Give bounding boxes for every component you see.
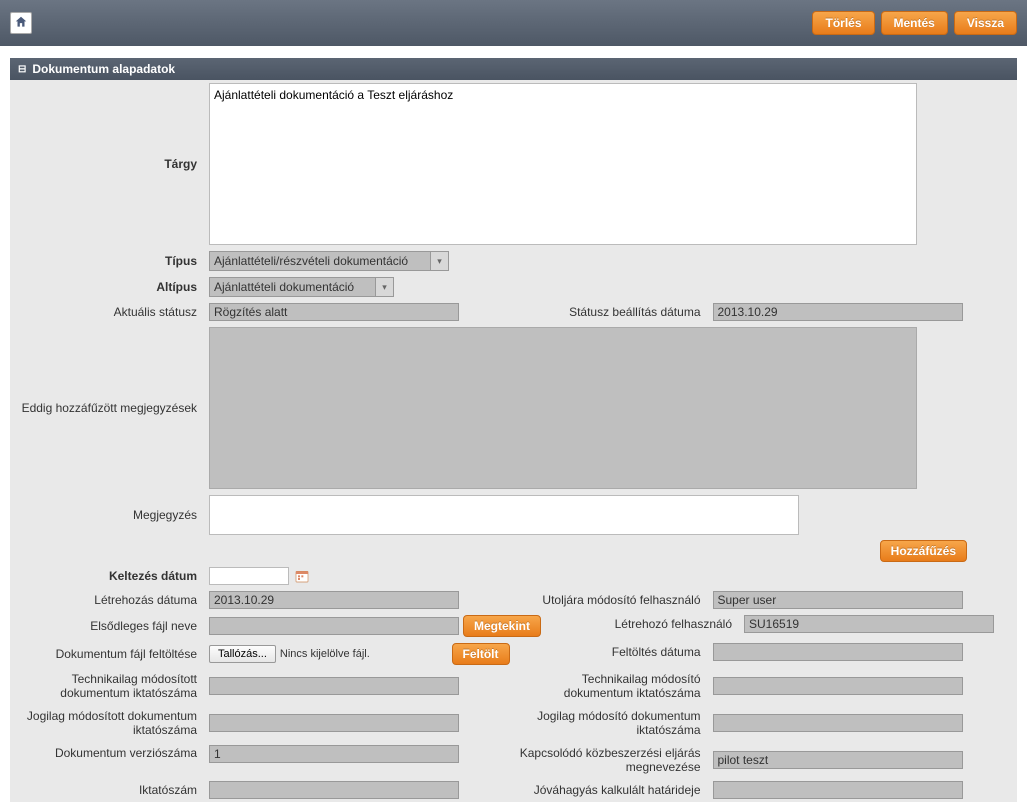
label-iktatoszam: Iktatószám [10, 778, 205, 802]
verzioszam-field: 1 [209, 745, 459, 763]
utoljara-modosito-field: Super user [713, 591, 963, 609]
label-jogilag-modositott: Jogilag módosított dokumentum iktatószám… [10, 705, 205, 742]
aktualis-statusz-field: Rögzítés alatt [209, 303, 459, 321]
keltezes-input[interactable] [209, 567, 289, 585]
hozzafuzes-button[interactable]: Hozzáfűzés [880, 540, 967, 562]
letrehozo-field: SU16519 [744, 615, 994, 633]
megtekint-button[interactable]: Megtekint [463, 615, 541, 637]
chevron-down-icon [375, 278, 393, 296]
label-jogilag-modosito: Jogilag módosító dokumentum iktatószáma [514, 705, 709, 742]
jogilag-modositott-field [209, 714, 459, 732]
statusz-datuma-field: 2013.10.29 [713, 303, 963, 321]
label-tech-modosito: Technikailag módosító dokumentum iktatós… [514, 668, 709, 705]
home-icon [14, 15, 28, 32]
file-status-text: Nincs kijelölve fájl. [280, 648, 370, 660]
letrehozas-datuma-field: 2013.10.29 [209, 591, 459, 609]
tallozas-button[interactable]: Tallózás... [209, 645, 276, 663]
label-statusz-datuma: Státusz beállítás dátuma [514, 300, 709, 324]
tipus-select[interactable]: Ajánlattételi/részvételi dokumentáció [209, 251, 449, 271]
elsodleges-fajl-field [209, 617, 459, 635]
altipus-select[interactable]: Ajánlattételi dokumentáció [209, 277, 394, 297]
feltoltes-datuma-field [713, 643, 963, 661]
label-letrehozo: Létrehozó felhasználó [545, 612, 740, 636]
tech-modositott-field [209, 677, 459, 695]
panel-header: ⊟ Dokumentum alapadatok [10, 58, 1017, 80]
label-letrehozas-datuma: Létrehozás dátuma [10, 588, 205, 612]
label-aktualis-statusz: Aktuális státusz [10, 300, 205, 324]
label-utoljara-modosito: Utoljára módosító felhasználó [514, 588, 709, 612]
label-verzioszam: Dokumentum verziószáma [10, 742, 205, 766]
jovahagyas-field [713, 781, 963, 799]
save-button[interactable]: Mentés [881, 11, 948, 35]
label-eddig-hozzafuzott: Eddig hozzáfűzött megjegyzések [10, 324, 205, 492]
home-button[interactable] [10, 12, 32, 34]
label-jovahagyas: Jóváhagyás kalkulált határideje [514, 778, 709, 802]
label-tech-modositott: Technikailag módosított dokumentum iktat… [10, 668, 205, 705]
calendar-icon[interactable] [293, 567, 311, 585]
tech-modosito-field [713, 677, 963, 695]
feltolt-button[interactable]: Feltölt [452, 643, 510, 665]
kapcsolodo-eljaras-field: pilot teszt [713, 751, 963, 769]
label-kapcsolodo-eljaras: Kapcsolódó közbeszerzési eljárás megneve… [514, 742, 709, 779]
eddig-hozzafuzott-textarea [209, 327, 917, 489]
label-altipus: Altípus [10, 274, 205, 300]
chevron-down-icon [430, 252, 448, 270]
altipus-value: Ajánlattételi dokumentáció [214, 280, 354, 294]
iktatoszam-field [209, 781, 459, 799]
delete-button[interactable]: Törlés [812, 11, 874, 35]
panel-document-basics: ⊟ Dokumentum alapadatok Tárgy Típus Aján… [10, 58, 1017, 802]
label-tipus: Típus [10, 248, 205, 274]
label-dokumentum-feltoltes: Dokumentum fájl feltöltése [10, 640, 205, 668]
collapse-icon[interactable]: ⊟ [18, 64, 26, 75]
back-button[interactable]: Vissza [954, 11, 1017, 35]
megjegyzes-textarea[interactable] [209, 495, 799, 535]
panel-body: Tárgy Típus Ajánlattételi/részvételi dok… [10, 80, 1017, 802]
targy-textarea[interactable] [209, 83, 917, 245]
topbar: Törlés Mentés Vissza [0, 0, 1027, 46]
label-elsodleges-fajl: Elsődleges fájl neve [10, 612, 205, 640]
jogilag-modosito-field [713, 714, 963, 732]
panel-title: Dokumentum alapadatok [32, 62, 175, 76]
label-keltezes: Keltezés dátum [10, 564, 205, 588]
label-megjegyzes: Megjegyzés [10, 492, 205, 538]
label-targy: Tárgy [10, 80, 205, 248]
tipus-value: Ajánlattételi/részvételi dokumentáció [214, 254, 408, 268]
label-feltoltes-datuma: Feltöltés dátuma [514, 640, 709, 664]
top-buttons: Törlés Mentés Vissza [812, 11, 1017, 35]
